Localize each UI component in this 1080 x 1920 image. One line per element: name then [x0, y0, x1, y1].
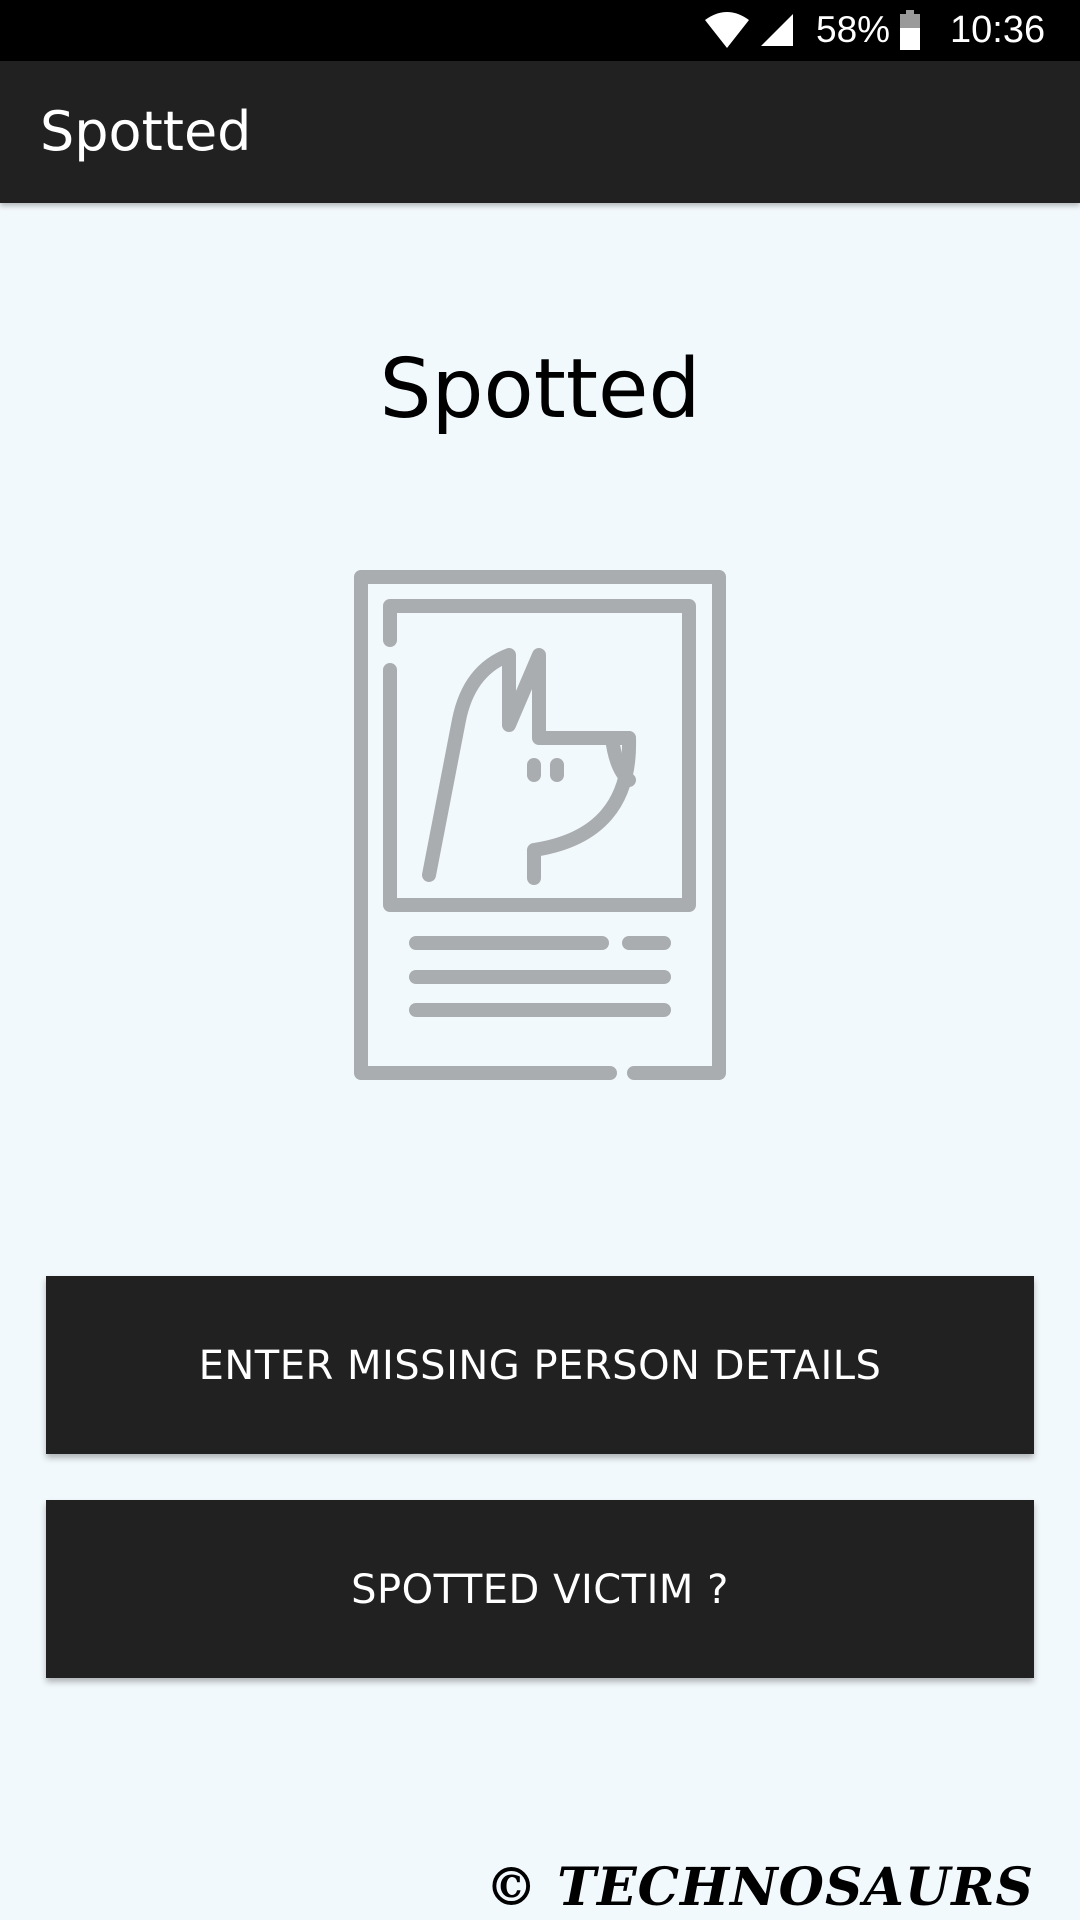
wifi-icon [705, 12, 749, 48]
app-bar-title: Spotted [40, 100, 252, 163]
enter-missing-person-details-button[interactable]: ENTER MISSING PERSON DETAILS [46, 1276, 1034, 1454]
copyright-footer: © TECHNOSAURS [485, 1857, 1034, 1918]
page-title: Spotted [379, 342, 701, 437]
status-bar: 58% 10:36 [0, 0, 1080, 61]
cell-signal-icon [761, 14, 793, 46]
app-bar: Spotted [0, 61, 1080, 203]
battery-percent: 58% [816, 9, 891, 50]
status-clock: 10:36 [950, 9, 1046, 51]
spotted-victim-button[interactable]: SPOTTED VICTIM ? [46, 1500, 1034, 1678]
missing-pet-poster-icon [354, 570, 726, 1080]
battery-icon [900, 10, 920, 50]
